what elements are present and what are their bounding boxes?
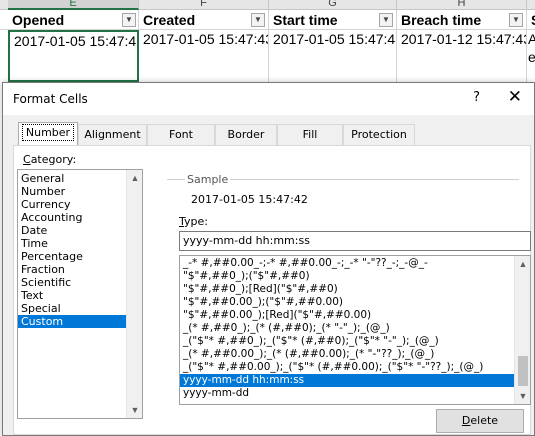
header-cell-label: Breach time (401, 12, 482, 28)
tab-font[interactable]: Font (147, 124, 215, 145)
format-code-item[interactable]: _("$"* #,##0_);_("$"* (#,##0);_("$"* "-"… (180, 335, 530, 348)
scroll-down-icon[interactable]: ▼ (515, 388, 530, 404)
category-item[interactable]: Currency (18, 198, 142, 211)
cell-start-time[interactable]: 2017-01-05 15:47:43 (269, 30, 397, 82)
scroll-thumb[interactable] (518, 356, 528, 386)
close-icon[interactable]: ✕ (508, 87, 522, 107)
format-scrollbar[interactable]: ▲ ▼ (514, 256, 530, 404)
format-code-item[interactable]: "$"#,##0.00_);("$"#,##0.00) (180, 296, 530, 309)
format-code-item[interactable]: yyyy-mm-dd (180, 387, 530, 400)
tab-alignment[interactable]: Alignment (78, 124, 147, 145)
tab-number[interactable]: Number (18, 122, 78, 145)
tab-fill[interactable]: Fill (277, 124, 343, 145)
delete-button[interactable]: Delete (436, 409, 524, 433)
data-row: 2017-01-05 15:47:42 2017-01-05 15:47:43 … (0, 30, 535, 82)
format-code-item[interactable]: _(* #,##0.00_);_(* (#,##0.00);_(* "-"??_… (180, 348, 530, 361)
column-header-e[interactable]: E (8, 0, 139, 10)
type-label: Type: (179, 215, 208, 228)
header-cell-partial[interactable]: S (527, 10, 535, 30)
sample-value: 2017-01-05 15:47:42 (191, 193, 308, 206)
tab-label: Number (21, 124, 75, 141)
column-headers: E F G H (0, 0, 535, 10)
filter-dropdown-icon[interactable]: ▼ (122, 13, 136, 27)
category-item[interactable]: Special (18, 302, 142, 315)
header-cell-label: Opened (12, 12, 65, 28)
scroll-down-icon[interactable]: ▼ (127, 402, 142, 418)
format-code-item[interactable]: yyyy-mm-dd hh:mm:ss (180, 374, 530, 387)
category-item[interactable]: Fraction (18, 263, 142, 276)
header-row: Opened ▼ Created ▼ Start time ▼ Breach t… (0, 10, 535, 30)
category-item[interactable]: General (18, 172, 142, 185)
cell-opened[interactable]: 2017-01-05 15:47:42 (8, 30, 139, 82)
column-header-h[interactable]: H (397, 0, 527, 10)
category-item[interactable]: Accounting (18, 211, 142, 224)
header-cell-start-time[interactable]: Start time ▼ (269, 10, 397, 30)
dialog-titlebar[interactable]: Format Cells ? ✕ (3, 83, 534, 115)
header-cell-label: Start time (273, 12, 338, 28)
filter-dropdown-icon[interactable]: ▼ (509, 13, 523, 27)
scroll-up-icon[interactable]: ▲ (127, 170, 142, 186)
cell-breach-time[interactable]: 2017-01-12 15:47:43 (397, 30, 527, 82)
dialog-tabs: Number Alignment Font Border Fill Protec… (13, 122, 423, 145)
format-code-list[interactable]: _-* #,##0.00_-;-* #,##0.00_-;_-* "-"??_-… (179, 255, 531, 405)
category-list[interactable]: General Number Currency Accounting Date Time P… (17, 169, 143, 419)
category-label: Category: (23, 153, 77, 166)
tab-border[interactable]: Border (215, 124, 277, 145)
category-item[interactable]: Number (18, 185, 142, 198)
header-cell-created[interactable]: Created ▼ (139, 10, 269, 30)
filter-dropdown-icon[interactable]: ▼ (379, 13, 393, 27)
dialog-title: Format Cells (13, 92, 88, 106)
column-header-f[interactable]: F (139, 0, 269, 10)
category-scrollbar[interactable]: ▲ ▼ (126, 170, 142, 418)
format-code-item[interactable]: _("$"* #,##0.00_);_("$"* (#,##0.00);_("$… (180, 361, 530, 374)
format-code-item[interactable]: "$"#,##0.00_);[Red]("$"#,##0.00) (180, 309, 530, 322)
column-header-g[interactable]: G (269, 0, 397, 10)
tab-protection[interactable]: Protection (343, 124, 415, 145)
category-item[interactable]: Time (18, 237, 142, 250)
header-cell-opened[interactable]: Opened ▼ (8, 10, 139, 30)
type-input[interactable]: yyyy-mm-dd hh:mm:ss (179, 231, 531, 251)
category-item[interactable]: Text (18, 289, 142, 302)
cell-created[interactable]: 2017-01-05 15:47:43 (139, 30, 269, 82)
cell-partial-line: A (528, 31, 535, 47)
category-item[interactable]: Percentage (18, 250, 142, 263)
cell-partial-line-2: e (528, 49, 535, 65)
cell-partial[interactable]: A e (527, 30, 535, 82)
category-item[interactable]: Custom (18, 315, 142, 328)
scroll-up-icon[interactable]: ▲ (515, 256, 530, 272)
format-code-item[interactable]: _(* #,##0_);_(* (#,##0);_(* "-"_);_(@_) (180, 322, 530, 335)
format-code-item[interactable]: _-* #,##0.00_-;-* #,##0.00_-;_-* "-"??_-… (180, 257, 530, 270)
format-cells-dialog: Format Cells ? ✕ Number Alignment Font B… (2, 82, 535, 436)
header-cell-label: Created (143, 12, 196, 28)
category-item[interactable]: Date (18, 224, 142, 237)
help-icon[interactable]: ? (473, 90, 480, 105)
format-code-item[interactable]: "$"#,##0_);("$"#,##0) (180, 270, 530, 283)
header-cell-breach-time[interactable]: Breach time ▼ (397, 10, 527, 30)
category-item[interactable]: Scientific (18, 276, 142, 289)
format-code-item[interactable]: "$"#,##0_);[Red]("$"#,##0) (180, 283, 530, 296)
filter-dropdown-icon[interactable]: ▼ (251, 13, 265, 27)
sample-label: Sample (185, 173, 231, 186)
